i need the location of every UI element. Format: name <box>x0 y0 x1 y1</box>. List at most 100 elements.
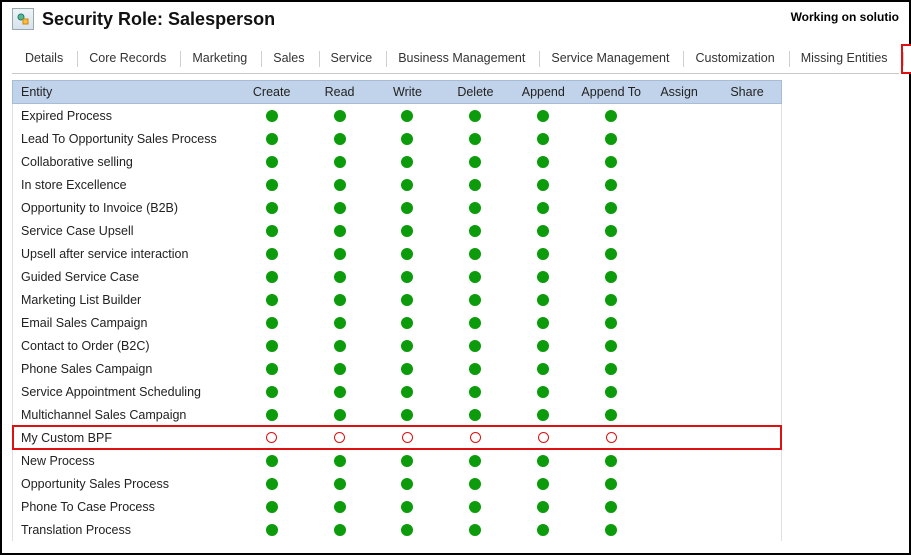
priv-cell[interactable] <box>509 244 577 264</box>
privilege-full-icon[interactable] <box>469 294 481 306</box>
privilege-full-icon[interactable] <box>605 501 617 513</box>
entity-name[interactable]: Translation Process <box>13 523 238 537</box>
priv-cell[interactable] <box>441 175 509 195</box>
priv-cell[interactable] <box>374 428 442 447</box>
privilege-full-icon[interactable] <box>605 455 617 467</box>
priv-cell[interactable] <box>645 296 713 304</box>
priv-cell[interactable] <box>441 382 509 402</box>
priv-cell[interactable] <box>713 158 781 166</box>
privilege-full-icon[interactable] <box>401 455 413 467</box>
priv-cell[interactable] <box>441 129 509 149</box>
privilege-full-icon[interactable] <box>605 340 617 352</box>
privilege-full-icon[interactable] <box>401 524 413 536</box>
priv-cell[interactable] <box>238 336 306 356</box>
tab-service-management[interactable]: Service Management <box>538 44 682 73</box>
privilege-full-icon[interactable] <box>605 524 617 536</box>
entity-name[interactable]: My Custom BPF <box>13 431 238 445</box>
priv-cell[interactable] <box>577 106 645 126</box>
privilege-none-icon[interactable] <box>606 432 617 443</box>
privilege-full-icon[interactable] <box>401 294 413 306</box>
priv-cell[interactable] <box>374 405 442 425</box>
privilege-none-icon[interactable] <box>538 432 549 443</box>
privilege-full-icon[interactable] <box>401 386 413 398</box>
privilege-full-icon[interactable] <box>537 524 549 536</box>
tab-sales[interactable]: Sales <box>260 44 317 73</box>
privilege-full-icon[interactable] <box>401 271 413 283</box>
privilege-full-icon[interactable] <box>605 363 617 375</box>
priv-cell[interactable] <box>645 457 713 465</box>
priv-cell[interactable] <box>645 250 713 258</box>
priv-cell[interactable] <box>238 497 306 517</box>
priv-cell[interactable] <box>441 198 509 218</box>
priv-cell[interactable] <box>645 273 713 281</box>
priv-cell[interactable] <box>577 382 645 402</box>
priv-cell[interactable] <box>441 267 509 287</box>
priv-cell[interactable] <box>645 503 713 511</box>
priv-cell[interactable] <box>577 313 645 333</box>
privilege-full-icon[interactable] <box>469 225 481 237</box>
privilege-full-icon[interactable] <box>605 271 617 283</box>
entity-name[interactable]: Multichannel Sales Campaign <box>13 408 238 422</box>
priv-cell[interactable] <box>645 480 713 488</box>
priv-cell[interactable] <box>713 112 781 120</box>
priv-cell[interactable] <box>713 181 781 189</box>
privilege-full-icon[interactable] <box>334 478 346 490</box>
priv-cell[interactable] <box>374 290 442 310</box>
privilege-full-icon[interactable] <box>334 524 346 536</box>
column-header-write[interactable]: Write <box>374 81 442 103</box>
priv-cell[interactable] <box>238 244 306 264</box>
priv-cell[interactable] <box>713 457 781 465</box>
privilege-none-icon[interactable] <box>470 432 481 443</box>
column-header-delete[interactable]: Delete <box>441 81 509 103</box>
priv-cell[interactable] <box>374 520 442 540</box>
priv-cell[interactable] <box>238 382 306 402</box>
priv-cell[interactable] <box>238 106 306 126</box>
privilege-full-icon[interactable] <box>469 455 481 467</box>
priv-cell[interactable] <box>577 451 645 471</box>
privilege-full-icon[interactable] <box>334 133 346 145</box>
priv-cell[interactable] <box>306 221 374 241</box>
priv-cell[interactable] <box>509 359 577 379</box>
priv-cell[interactable] <box>509 221 577 241</box>
priv-cell[interactable] <box>441 359 509 379</box>
privilege-full-icon[interactable] <box>401 156 413 168</box>
priv-cell[interactable] <box>713 503 781 511</box>
priv-cell[interactable] <box>509 129 577 149</box>
priv-cell[interactable] <box>238 267 306 287</box>
privilege-full-icon[interactable] <box>469 179 481 191</box>
privilege-full-icon[interactable] <box>334 110 346 122</box>
priv-cell[interactable] <box>577 267 645 287</box>
privilege-full-icon[interactable] <box>334 386 346 398</box>
priv-cell[interactable] <box>238 152 306 172</box>
privilege-full-icon[interactable] <box>469 409 481 421</box>
priv-cell[interactable] <box>713 434 781 442</box>
privilege-full-icon[interactable] <box>469 524 481 536</box>
privilege-full-icon[interactable] <box>537 501 549 513</box>
priv-cell[interactable] <box>238 290 306 310</box>
privilege-full-icon[interactable] <box>266 317 278 329</box>
privilege-full-icon[interactable] <box>266 179 278 191</box>
priv-cell[interactable] <box>374 244 442 264</box>
privilege-full-icon[interactable] <box>266 110 278 122</box>
privilege-full-icon[interactable] <box>266 340 278 352</box>
privilege-full-icon[interactable] <box>537 317 549 329</box>
entity-name[interactable]: Service Case Upsell <box>13 224 238 238</box>
priv-cell[interactable] <box>645 365 713 373</box>
privilege-full-icon[interactable] <box>537 409 549 421</box>
priv-cell[interactable] <box>645 434 713 442</box>
privilege-full-icon[interactable] <box>266 202 278 214</box>
privilege-full-icon[interactable] <box>469 248 481 260</box>
privilege-full-icon[interactable] <box>469 386 481 398</box>
privilege-full-icon[interactable] <box>334 501 346 513</box>
privilege-full-icon[interactable] <box>537 340 549 352</box>
priv-cell[interactable] <box>306 359 374 379</box>
privilege-full-icon[interactable] <box>469 363 481 375</box>
priv-cell[interactable] <box>509 520 577 540</box>
privilege-full-icon[interactable] <box>469 478 481 490</box>
priv-cell[interactable] <box>306 520 374 540</box>
privilege-full-icon[interactable] <box>266 455 278 467</box>
priv-cell[interactable] <box>645 388 713 396</box>
priv-cell[interactable] <box>374 175 442 195</box>
priv-cell[interactable] <box>645 204 713 212</box>
priv-cell[interactable] <box>441 474 509 494</box>
